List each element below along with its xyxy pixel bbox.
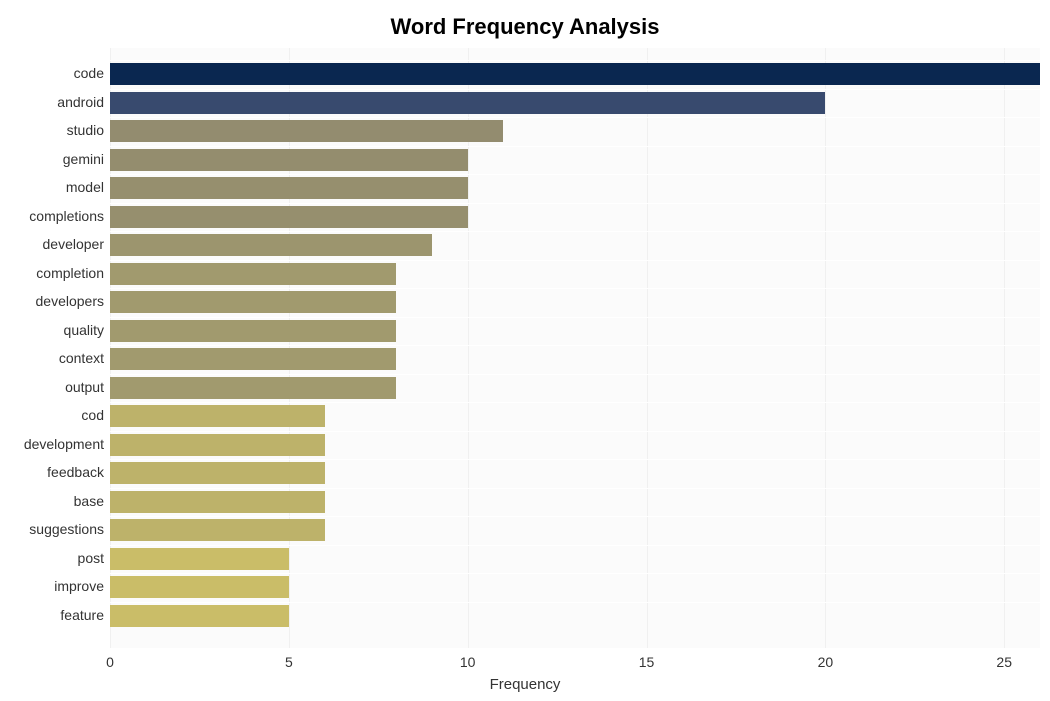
gridline <box>1004 48 1005 648</box>
y-tick-label: developer <box>4 236 104 252</box>
y-tick-label: developers <box>4 293 104 309</box>
bar-suggestions <box>110 519 325 541</box>
bar-improve <box>110 576 289 598</box>
row-grid <box>110 89 1040 90</box>
y-tick-label: studio <box>4 122 104 138</box>
bar-completion <box>110 263 396 285</box>
bar-developer <box>110 234 432 256</box>
plot-area <box>110 48 1040 648</box>
row-grid <box>110 345 1040 346</box>
row-grid <box>110 288 1040 289</box>
bar-feedback <box>110 462 325 484</box>
y-tick-label: completions <box>4 208 104 224</box>
y-tick-label: suggestions <box>4 521 104 537</box>
row-grid <box>110 117 1040 118</box>
x-tick-label: 10 <box>448 654 488 670</box>
row-grid <box>110 573 1040 574</box>
bar-development <box>110 434 325 456</box>
bar-post <box>110 548 289 570</box>
y-tick-label: feedback <box>4 464 104 480</box>
chart-container: Word Frequency Analysis code android studi… <box>0 0 1050 701</box>
row-grid <box>110 602 1040 603</box>
row-grid <box>110 60 1040 61</box>
x-tick-label: 5 <box>269 654 309 670</box>
bar-feature <box>110 605 289 627</box>
bar-cod <box>110 405 325 427</box>
row-grid <box>110 203 1040 204</box>
x-tick-label: 15 <box>627 654 667 670</box>
row-grid <box>110 174 1040 175</box>
bar-quality <box>110 320 396 342</box>
y-tick-label: post <box>4 550 104 566</box>
row-grid <box>110 431 1040 432</box>
bar-gemini <box>110 149 468 171</box>
y-tick-label: output <box>4 379 104 395</box>
x-tick-label: 25 <box>984 654 1024 670</box>
bar-model <box>110 177 468 199</box>
y-tick-label: improve <box>4 578 104 594</box>
gridline <box>825 48 826 648</box>
y-tick-label: base <box>4 493 104 509</box>
gridline <box>647 48 648 648</box>
bar-base <box>110 491 325 513</box>
y-tick-label: code <box>4 65 104 81</box>
bar-code <box>110 63 1040 85</box>
bar-output <box>110 377 396 399</box>
row-grid <box>110 459 1040 460</box>
bar-completions <box>110 206 468 228</box>
y-tick-label: gemini <box>4 151 104 167</box>
y-tick-label: development <box>4 436 104 452</box>
row-grid <box>110 317 1040 318</box>
bar-android <box>110 92 825 114</box>
row-grid <box>110 260 1040 261</box>
x-tick-label: 0 <box>90 654 130 670</box>
y-tick-label: feature <box>4 607 104 623</box>
y-tick-label: context <box>4 350 104 366</box>
row-grid <box>110 488 1040 489</box>
y-tick-label: cod <box>4 407 104 423</box>
y-tick-label: model <box>4 179 104 195</box>
row-grid <box>110 516 1040 517</box>
y-tick-label: quality <box>4 322 104 338</box>
row-grid <box>110 231 1040 232</box>
row-grid <box>110 402 1040 403</box>
x-axis-label: Frequency <box>0 676 1050 693</box>
row-grid <box>110 374 1040 375</box>
row-grid <box>110 545 1040 546</box>
bar-context <box>110 348 396 370</box>
bar-developers <box>110 291 396 313</box>
x-tick-label: 20 <box>805 654 845 670</box>
y-tick-label: completion <box>4 265 104 281</box>
row-grid <box>110 146 1040 147</box>
chart-title: Word Frequency Analysis <box>0 0 1050 40</box>
bar-studio <box>110 120 503 142</box>
y-tick-label: android <box>4 94 104 110</box>
